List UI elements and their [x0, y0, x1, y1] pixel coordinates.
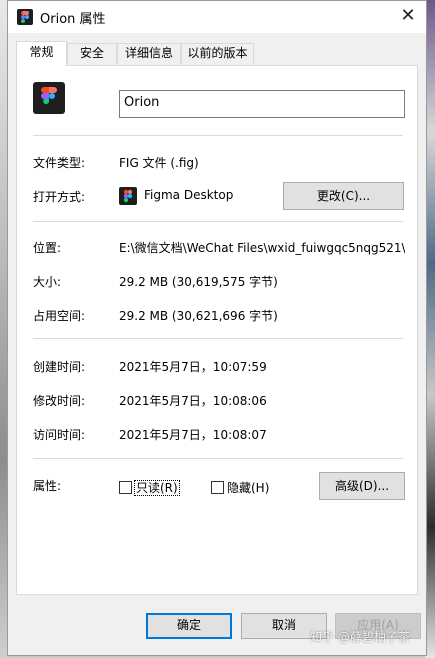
- title-bar[interactable]: Orion 属性 ✕: [8, 1, 426, 33]
- open-with-value: Figma Desktop: [144, 188, 234, 202]
- general-panel: Orion 文件类型: FIG 文件 (.fig) 打开方式: Figma De…: [16, 65, 418, 595]
- location-value[interactable]: E:\微信文档\WeChat Files\wxid_fuiwgqc5nqg521…: [119, 239, 405, 256]
- accessed-value: 2021年5月7日，10:08:07: [119, 428, 267, 442]
- separator: [33, 458, 403, 459]
- ok-button[interactable]: 确定: [146, 613, 232, 639]
- size-value: 29.2 MB (30,619,575 字节): [119, 275, 278, 289]
- disk-size-label: 占用空间:: [33, 309, 86, 323]
- change-button[interactable]: 更改(C)...: [283, 182, 404, 210]
- tab-previous-versions[interactable]: 以前的版本: [181, 43, 254, 64]
- created-value: 2021年5月7日，10:07:59: [119, 360, 267, 374]
- tab-details[interactable]: 详细信息: [117, 43, 181, 64]
- figma-file-icon: [17, 9, 33, 25]
- tab-security[interactable]: 安全: [67, 43, 117, 64]
- tab-general[interactable]: 常规: [16, 41, 67, 66]
- file-type-value: FIG 文件 (.fig): [119, 156, 199, 170]
- readonly-label[interactable]: 只读(R): [134, 479, 180, 496]
- properties-dialog: Orion 属性 ✕ 常规 安全 详细信息 以前的版本 Orion 文件类型: …: [7, 0, 427, 656]
- file-name-input[interactable]: Orion: [119, 90, 405, 118]
- modified-value: 2021年5月7日，10:08:06: [119, 394, 267, 408]
- separator: [33, 135, 403, 136]
- disk-size-value: 29.2 MB (30,621,696 字节): [119, 309, 278, 323]
- size-label: 大小:: [33, 275, 62, 289]
- location-label: 位置:: [33, 241, 62, 255]
- readonly-checkbox[interactable]: [119, 481, 132, 494]
- modified-label: 修改时间:: [33, 394, 86, 408]
- attributes-label: 属性:: [33, 479, 62, 493]
- close-icon: ✕: [400, 5, 416, 26]
- open-with-label: 打开方式:: [33, 190, 86, 204]
- separator: [33, 221, 403, 222]
- advanced-button[interactable]: 高级(D)...: [319, 472, 405, 500]
- watermark-text: 知乎 @薛碧柚子茶: [310, 630, 410, 644]
- file-type-label: 文件类型:: [33, 156, 86, 170]
- readonly-label-text: 只读(R): [134, 480, 180, 496]
- created-label: 创建时间:: [33, 360, 86, 374]
- accessed-label: 访问时间:: [33, 428, 86, 442]
- hidden-label[interactable]: 隐藏(H): [227, 479, 269, 496]
- figma-app-icon: [119, 187, 137, 205]
- separator: [33, 338, 403, 339]
- figma-file-large-icon: [33, 82, 65, 114]
- hidden-checkbox[interactable]: [211, 481, 224, 494]
- window-title: Orion 属性: [40, 12, 106, 27]
- close-button[interactable]: ✕: [398, 6, 418, 26]
